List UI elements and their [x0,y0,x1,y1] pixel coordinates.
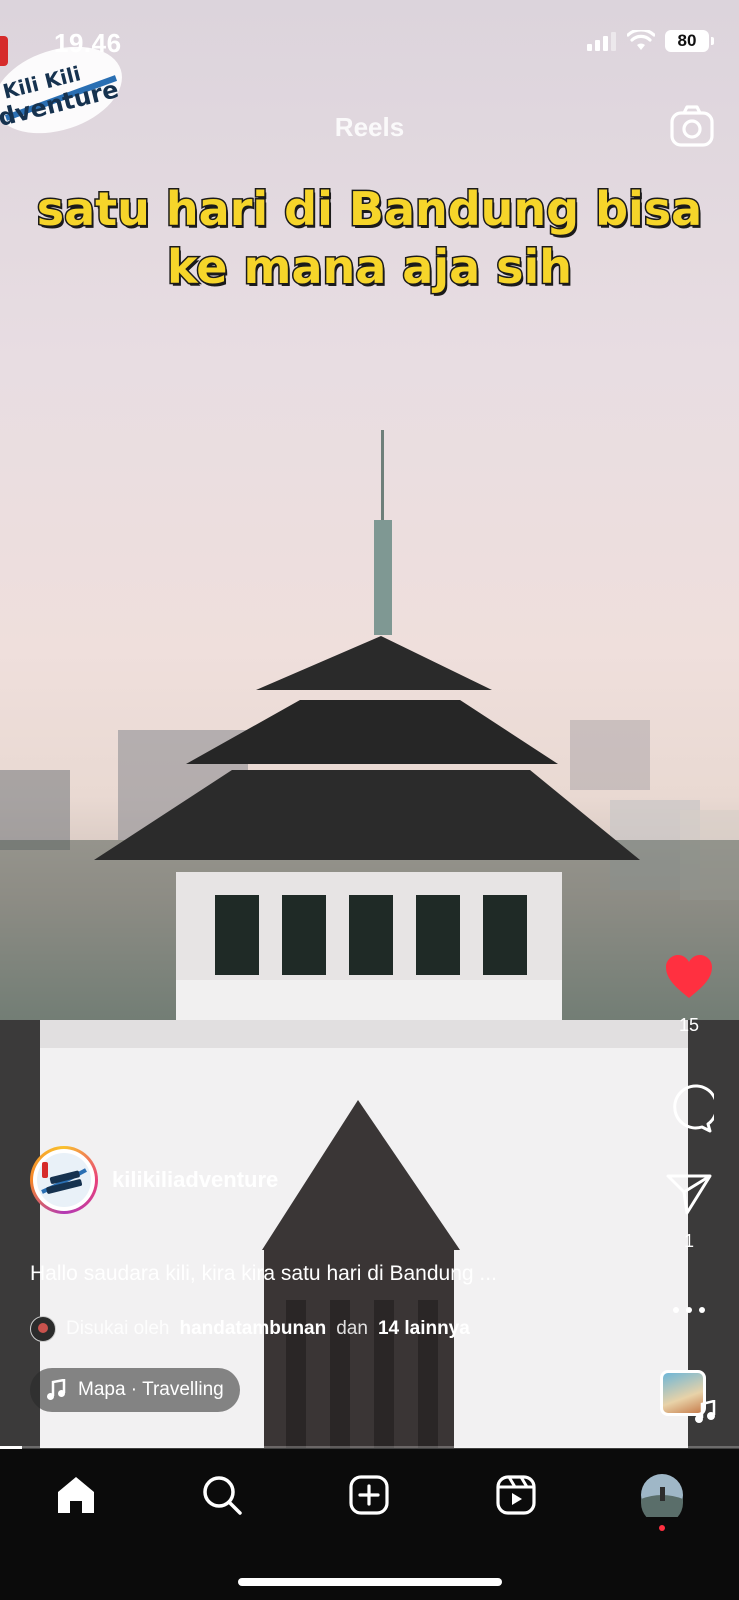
music-note-icon [47,1379,66,1400]
author-avatar-logo [37,1153,91,1207]
audio-label: Mapa · Travelling [78,1379,224,1400]
send-icon[interactable] [665,1172,713,1216]
battery-indicator: 80 [665,30,714,52]
more-icon[interactable] [669,1305,709,1315]
wifi-icon [627,30,655,50]
like-action[interactable]: 15 [659,954,719,1036]
liked-by-join: dan [336,1318,368,1339]
add-post-icon[interactable] [348,1474,390,1516]
share-action[interactable]: 1 [659,1172,719,1252]
liker-avatar [30,1316,56,1342]
author-username[interactable]: kilikiliadventure [112,1167,278,1193]
post-caption[interactable]: Hallo saudara kili, kira kira satu hari … [30,1262,630,1286]
signal-icon [587,32,616,51]
comment-icon[interactable] [664,1084,719,1134]
like-count: 15 [678,1015,700,1035]
nav-reels[interactable] [492,1471,540,1519]
nav-create[interactable] [345,1471,393,1519]
music-note-icon [695,1400,716,1423]
nav-profile[interactable] [638,1471,686,1519]
profile-avatar[interactable] [640,1473,684,1517]
audio-chip[interactable]: Mapa · Travelling [30,1368,240,1412]
home-indicator[interactable] [238,1578,502,1586]
camera-icon[interactable] [669,104,715,150]
liked-by-row[interactable]: Disukai oleh handatambunan dan 14 lainny… [30,1316,470,1342]
comment-action[interactable] [659,1084,719,1139]
liked-by-others[interactable]: 14 lainnya [378,1318,470,1340]
home-icon[interactable] [55,1475,97,1515]
share-count: 1 [683,1231,694,1251]
author-avatar[interactable] [30,1146,98,1214]
author-row[interactable]: kilikiliadventure [30,1146,278,1214]
reels-screen: 19.46 80 Kili Kili dventure Reels satu h… [0,0,739,1600]
video-caption-line-2: ke mana aja sih [165,239,573,296]
liked-by-user[interactable]: handatambunan [180,1318,327,1340]
nav-search[interactable] [198,1471,246,1519]
page-title: Reels [334,112,405,142]
heart-filled-icon[interactable] [664,954,714,1000]
nav-home[interactable] [52,1471,100,1519]
reels-icon[interactable] [495,1474,537,1516]
video-caption-overlay: satu hari di Bandung bisa ke mana aja si… [0,180,739,296]
more-options-button[interactable] [659,1302,719,1320]
liked-by-prefix: Disukai oleh [66,1318,170,1339]
profile-notification-dot [659,1525,665,1531]
battery-level: 80 [677,31,697,50]
video-caption-line-1: satu hari di Bandung bisa [35,181,703,238]
status-icons: 80 [587,30,714,52]
search-icon[interactable] [201,1474,243,1516]
